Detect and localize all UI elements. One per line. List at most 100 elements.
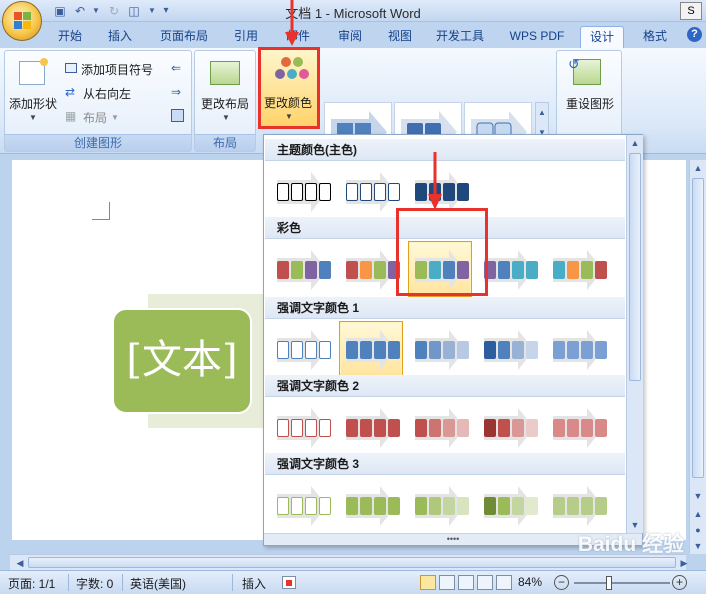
color-box — [512, 497, 524, 515]
color-box — [595, 419, 607, 437]
color-style-option[interactable] — [339, 321, 403, 377]
gallery-scroll-thumb[interactable] — [629, 153, 641, 381]
macro-record-icon[interactable] — [282, 576, 296, 589]
insert-mode[interactable]: 插入 — [242, 575, 266, 592]
color-boxes — [277, 261, 331, 279]
color-box — [360, 341, 372, 359]
tab-page-layout[interactable]: 页面布局 — [152, 26, 216, 48]
color-box — [346, 419, 358, 437]
color-style-option[interactable] — [408, 399, 472, 455]
add-shape-button[interactable]: 添加形状 — [9, 95, 57, 112]
browse-object-icon[interactable]: ● — [690, 522, 706, 538]
tab-view[interactable]: 视图 — [380, 26, 420, 48]
add-shape-dropdown-icon[interactable]: ▼ — [29, 113, 37, 122]
color-box — [429, 341, 441, 359]
scroll-thumb[interactable] — [692, 178, 704, 478]
add-bullet-button[interactable]: 添加项目符号 — [81, 61, 153, 78]
gallery-up-icon[interactable]: ▲ — [536, 103, 548, 123]
color-style-option[interactable] — [270, 321, 334, 377]
tab-format[interactable]: 格式 — [634, 26, 676, 48]
layout-group-label: 布局 — [195, 134, 255, 151]
color-style-option[interactable] — [546, 321, 610, 377]
color-style-option[interactable] — [339, 399, 403, 455]
color-box — [319, 497, 331, 515]
promote-icon[interactable]: ⇐ — [171, 61, 181, 75]
zoom-out-icon[interactable]: − — [554, 575, 569, 590]
tab-review[interactable]: 审阅 — [330, 26, 370, 48]
full-screen-reading-icon[interactable] — [439, 575, 455, 590]
color-style-option[interactable] — [339, 241, 403, 297]
color-style-option[interactable] — [546, 477, 610, 533]
color-boxes — [484, 341, 538, 359]
print-layout-view-icon[interactable] — [420, 575, 436, 590]
tab-design[interactable]: 设计 — [580, 26, 624, 48]
color-style-option[interactable] — [270, 477, 334, 533]
color-style-option[interactable] — [477, 477, 541, 533]
color-box — [360, 497, 372, 515]
demote-icon[interactable]: ⇒ — [171, 85, 181, 99]
zoom-in-icon[interactable]: + — [672, 575, 687, 590]
color-box — [553, 341, 565, 359]
color-style-option[interactable] — [408, 321, 472, 377]
layout-button[interactable]: 布局 — [83, 109, 107, 126]
help-icon[interactable]: ? — [687, 27, 702, 42]
draft-view-icon[interactable] — [496, 575, 512, 590]
zoom-slider-thumb[interactable] — [606, 576, 612, 590]
color-box — [581, 419, 593, 437]
scroll-up-icon[interactable]: ▲ — [690, 160, 706, 176]
color-box — [374, 341, 386, 359]
change-color-button[interactable]: 更改颜色 ▼ — [258, 47, 320, 129]
color-box — [429, 497, 441, 515]
tab-developer[interactable]: 开发工具 — [428, 26, 492, 48]
color-box — [277, 419, 289, 437]
previous-page-icon[interactable]: ▲ — [690, 506, 706, 522]
color-box — [567, 341, 579, 359]
zoom-slider[interactable] — [574, 576, 670, 590]
smartart-text-box[interactable]: [文本] — [112, 308, 252, 414]
color-style-option[interactable] — [270, 399, 334, 455]
reset-graphic-icon: ↺ — [568, 56, 601, 85]
color-box — [374, 419, 386, 437]
page-count[interactable]: 页面: 1/1 — [8, 575, 55, 592]
tab-home[interactable]: 开始 — [50, 26, 90, 48]
color-style-option[interactable] — [270, 241, 334, 297]
change-layout-button[interactable]: 更改布局 — [201, 95, 249, 112]
window-title-right[interactable]: S — [680, 2, 702, 20]
color-style-option[interactable] — [477, 399, 541, 455]
right-to-left-icon: ⇄ — [65, 85, 76, 99]
zoom-level[interactable]: 84% — [518, 575, 542, 589]
right-to-left-button[interactable]: 从右向左 — [83, 85, 131, 102]
color-style-option[interactable] — [408, 477, 472, 533]
tab-wps-pdf[interactable]: WPS PDF — [502, 26, 572, 48]
next-page-icon[interactable]: ▼ — [690, 538, 706, 554]
color-style-option[interactable] — [546, 399, 610, 455]
text-pane-icon[interactable] — [171, 109, 184, 122]
tab-insert[interactable]: 插入 — [100, 26, 140, 48]
document-vertical-scrollbar[interactable]: ▲ ▼ ▲ ● ▼ — [689, 160, 706, 554]
web-layout-icon[interactable] — [458, 575, 474, 590]
office-logo-icon — [14, 12, 31, 30]
scroll-left-icon[interactable]: ◀ — [12, 555, 28, 571]
color-style-option[interactable] — [546, 241, 610, 297]
color-box — [277, 341, 289, 359]
tab-references[interactable]: 引用 — [226, 26, 266, 48]
color-boxes — [415, 497, 469, 515]
word-count[interactable]: 字数: 0 — [76, 575, 113, 592]
reset-graphic-button[interactable]: 重设图形 — [566, 95, 614, 112]
color-style-option[interactable] — [339, 477, 403, 533]
hscroll-thumb[interactable] — [28, 557, 676, 568]
outline-view-icon[interactable] — [477, 575, 493, 590]
color-box — [346, 341, 358, 359]
color-style-option[interactable] — [339, 163, 403, 219]
scroll-down-icon[interactable]: ▼ — [690, 488, 706, 504]
color-box — [457, 497, 469, 515]
office-button[interactable] — [2, 1, 42, 41]
status-separator — [68, 574, 69, 591]
language-indicator[interactable]: 英语(美国) — [130, 575, 186, 592]
change-layout-dropdown-icon[interactable]: ▼ — [222, 113, 230, 122]
gallery-scroll-up-icon[interactable]: ▲ — [627, 135, 643, 151]
gallery-scrollbar[interactable]: ▲ ▼ — [626, 135, 643, 533]
add-shape-icon — [19, 58, 48, 85]
color-style-option[interactable] — [477, 321, 541, 377]
color-style-option[interactable] — [270, 163, 334, 219]
